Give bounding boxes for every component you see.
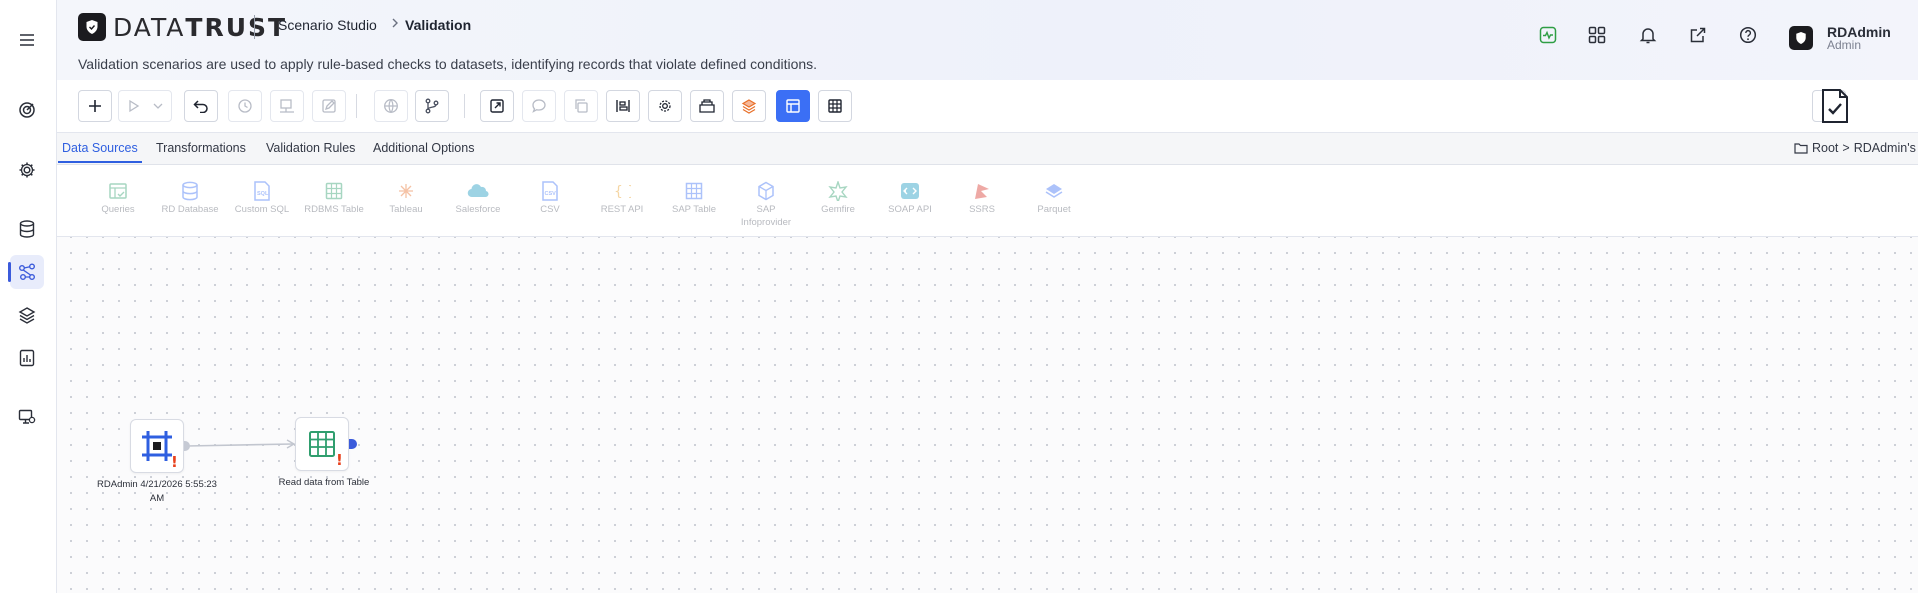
- branch-icon[interactable]: [415, 90, 449, 122]
- palette-item-rd-database[interactable]: RD Database: [154, 180, 226, 216]
- gear-icon[interactable]: [10, 153, 44, 187]
- edit-icon[interactable]: [312, 90, 346, 122]
- monitor-icon[interactable]: [10, 400, 44, 434]
- palette-item-queries[interactable]: Queries: [82, 180, 154, 216]
- page-description: Validation scenarios are used to apply r…: [78, 56, 818, 72]
- bell-icon[interactable]: [1635, 22, 1661, 48]
- align-icon[interactable]: [606, 90, 640, 122]
- palette-item-parquet[interactable]: Parquet: [1018, 180, 1090, 216]
- table-node-icon: [309, 431, 335, 457]
- palette-item-sap-table[interactable]: SAP Table: [658, 180, 730, 216]
- svg-text:SQL: SQL: [257, 191, 269, 197]
- scenario-source-node[interactable]: !: [130, 419, 184, 473]
- workspace-breadcrumb[interactable]: Root > RDAdmin's Workspace: [1794, 141, 1918, 155]
- toolbar-divider: [356, 94, 357, 118]
- breadcrumb-chevron-icon: [390, 16, 400, 32]
- palette-item-sap-infoprovider[interactable]: SAP Infoprovider: [730, 180, 802, 229]
- palette-item-gemfire[interactable]: Gemfire: [802, 180, 874, 216]
- target-icon[interactable]: [10, 93, 44, 127]
- globe-icon[interactable]: [374, 90, 408, 122]
- toolbar: [57, 80, 1918, 133]
- workspace-root: Root: [1812, 141, 1839, 155]
- node-label: Read data from Table: [278, 477, 370, 488]
- palette-item-soap-api[interactable]: SOAP API: [874, 180, 946, 216]
- gemfire-icon: [802, 180, 874, 202]
- scenario-node-icon: [142, 431, 172, 461]
- ssrs-icon: [946, 180, 1018, 202]
- breadcrumb-scenario-studio[interactable]: Scenario Studio: [278, 17, 377, 33]
- sql-icon: SQL: [226, 180, 298, 202]
- run-split-button[interactable]: [118, 90, 172, 122]
- table-view-button[interactable]: [818, 90, 852, 122]
- validate-document-icon[interactable]: [1817, 86, 1853, 126]
- node-label: RDAdmin 4/21/2026 5:55:23 AM: [97, 479, 217, 504]
- left-sidebar: [0, 0, 57, 593]
- database-icon: [154, 180, 226, 202]
- flow-icon[interactable]: [8, 255, 44, 289]
- comment-icon[interactable]: [522, 90, 556, 122]
- tab-additional-options[interactable]: Additional Options: [373, 141, 474, 155]
- menu-icon[interactable]: [10, 23, 44, 57]
- palette-item-csv[interactable]: CSV CSV: [514, 180, 586, 216]
- palette-item-ssrs[interactable]: SSRS: [946, 180, 1018, 216]
- deploy-icon[interactable]: [270, 90, 304, 122]
- braces-icon: { }: [586, 180, 658, 202]
- help-icon[interactable]: [1735, 22, 1761, 48]
- tab-validation-rules[interactable]: Validation Rules: [266, 141, 355, 155]
- database-icon[interactable]: [10, 212, 44, 246]
- undo-button[interactable]: [184, 90, 218, 122]
- breadcrumb-validation: Validation: [405, 17, 472, 33]
- activity-icon[interactable]: [1535, 22, 1561, 48]
- workspace-name: RDAdmin's Workspace: [1853, 141, 1918, 155]
- tab-bar: Data Sources Transformations Validation …: [57, 133, 1918, 165]
- add-button[interactable]: [78, 90, 112, 122]
- warning-icon: !: [171, 453, 178, 471]
- palette-item-custom-sql[interactable]: SQL Custom SQL: [226, 180, 298, 216]
- logo-text: DATATRUST: [113, 13, 288, 42]
- palette-item-rest-api[interactable]: { } REST API: [586, 180, 658, 216]
- tab-transformations[interactable]: Transformations: [156, 141, 246, 155]
- header-divider: [254, 15, 255, 39]
- user-role: Admin: [1827, 38, 1862, 52]
- layers-icon[interactable]: [10, 298, 44, 332]
- palette-item-rdbms-table[interactable]: RDBMS Table: [298, 180, 370, 216]
- soap-icon: [874, 180, 946, 202]
- package-icon[interactable]: [690, 90, 724, 122]
- avatar[interactable]: [1789, 26, 1813, 50]
- cloud-icon: [442, 180, 514, 202]
- history-icon[interactable]: [228, 90, 262, 122]
- tableau-icon: [370, 180, 442, 202]
- csv-icon: CSV: [514, 180, 586, 202]
- palette-item-tableau[interactable]: Tableau: [370, 180, 442, 216]
- apps-grid-icon[interactable]: [1584, 22, 1610, 48]
- connector-line: [186, 439, 296, 449]
- workspace-sep: >: [1842, 141, 1850, 155]
- queries-icon: [82, 180, 154, 202]
- open-external-icon[interactable]: [480, 90, 514, 122]
- table-icon: [298, 180, 370, 202]
- external-link-icon[interactable]: [1685, 22, 1711, 48]
- copy-icon[interactable]: [564, 90, 598, 122]
- data-source-palette: Queries RD Database SQL Custom SQL RDBMS…: [57, 165, 1918, 237]
- logo-shield-icon: [78, 13, 106, 41]
- app-header: DATATRUST Scenario Studio Validation Val…: [57, 0, 1918, 80]
- tab-data-sources[interactable]: Data Sources: [58, 141, 142, 163]
- canvas-view-button[interactable]: [776, 90, 810, 122]
- scenario-canvas[interactable]: ! RDAdmin 4/21/2026 5:55:23 AM ! Read da…: [57, 237, 1918, 593]
- parquet-icon: [1018, 180, 1090, 202]
- warning-icon: !: [336, 451, 343, 469]
- cube-icon: [730, 180, 802, 202]
- svg-text:{ }: { }: [614, 184, 631, 200]
- layers-stack-icon[interactable]: [732, 90, 766, 122]
- settings-icon[interactable]: [648, 90, 682, 122]
- svg-text:CSV: CSV: [545, 191, 557, 197]
- palette-item-salesforce[interactable]: Salesforce: [442, 180, 514, 216]
- report-icon[interactable]: [10, 341, 44, 375]
- read-table-node[interactable]: !: [295, 417, 349, 471]
- folder-icon: [1794, 143, 1808, 154]
- toolbar-divider: [464, 94, 465, 118]
- grid-icon: [658, 180, 730, 202]
